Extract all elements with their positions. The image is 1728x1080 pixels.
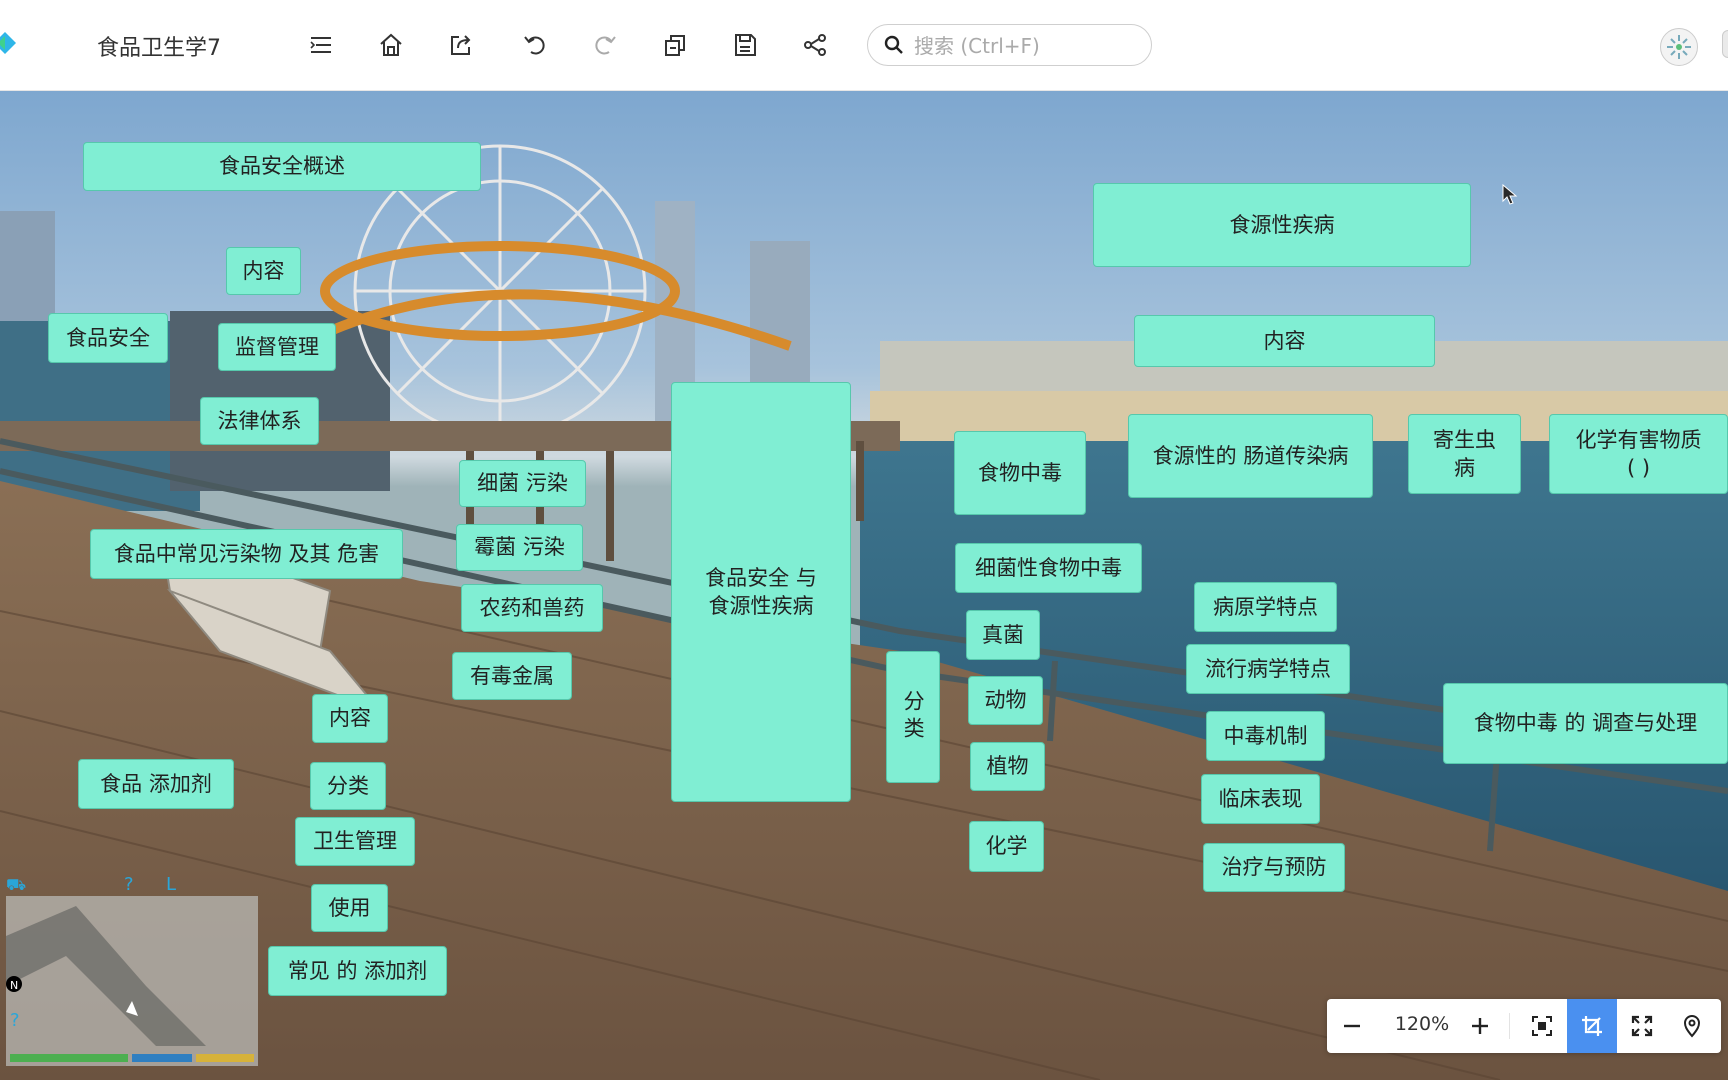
document-title[interactable]: 食品卫生学7: [97, 30, 221, 62]
side-panel-toggle[interactable]: [1722, 30, 1728, 58]
mindmap-canvas[interactable]: 食品安全概述 内容 食品安全 监督管理 法律体系 细菌 污染 霉菌 污染 食品中…: [0, 91, 1728, 1080]
game-minimap-image: N ⛟ ? L ?: [6, 876, 258, 1066]
node-pathogen-features[interactable]: 病原学特点: [1194, 582, 1337, 632]
svg-text:?: ?: [10, 1010, 20, 1031]
export-icon: [451, 35, 471, 55]
node-treatment-prevention[interactable]: 治疗与预防: [1203, 843, 1345, 892]
chemical-hazards-line-1: 化学有害物质: [1575, 427, 1702, 452]
save-icon: [735, 34, 756, 56]
avatar[interactable]: [1660, 28, 1698, 66]
zoom-in-button[interactable]: [1455, 999, 1505, 1053]
location-pin-icon: [1683, 1015, 1701, 1038]
node-food-safety-overview[interactable]: 食品安全概述: [83, 142, 481, 191]
chemical-hazards-line-2: ( ): [1626, 456, 1651, 480]
svg-text:?: ?: [124, 876, 134, 895]
redo-icon: [595, 36, 616, 55]
share-button[interactable]: [797, 27, 833, 63]
node-hygiene-management[interactable]: 卫生管理: [295, 817, 415, 866]
fullscreen-button[interactable]: [1617, 999, 1667, 1053]
node-epidemiology-features[interactable]: 流行病学特点: [1186, 644, 1350, 694]
node-parasitic-disease[interactable]: 寄生虫 病: [1408, 414, 1521, 494]
zoom-toolbar: 120%: [1327, 999, 1721, 1053]
node-content-3[interactable]: 内容: [1134, 315, 1435, 367]
fit-center-icon: [1532, 1016, 1552, 1036]
toolbar: 食品卫生学7: [0, 0, 1728, 91]
node-chemical-hazards[interactable]: 化学有害物质 ( ): [1549, 414, 1728, 494]
redo-button[interactable]: [587, 27, 623, 63]
mouse-cursor-icon: [1502, 184, 1518, 205]
node-poisoning-mechanism[interactable]: 中毒机制: [1206, 711, 1325, 761]
svg-text:L: L: [166, 876, 176, 895]
node-usage[interactable]: 使用: [311, 884, 388, 932]
fit-center-button[interactable]: [1517, 999, 1567, 1053]
node-foodborne-disease[interactable]: 食源性疾病: [1093, 183, 1471, 267]
central-topic-line-2: 食源性疾病: [708, 594, 814, 618]
home-icon: [380, 33, 402, 56]
node-bacterial-contamination[interactable]: 细菌 污染: [459, 460, 586, 507]
fullscreen-icon: [1631, 1015, 1653, 1037]
node-bacterial-food-poisoning[interactable]: 细菌性食物中毒: [955, 543, 1142, 593]
node-plant[interactable]: 植物: [970, 742, 1045, 791]
node-food-additives[interactable]: 食品 添加剂: [78, 759, 234, 809]
avatar-image-icon: [1667, 35, 1691, 59]
locate-button[interactable]: [1667, 999, 1717, 1053]
node-clinical-manifestation[interactable]: 临床表现: [1201, 774, 1320, 824]
node-intestinal-infectious[interactable]: 食源性的 肠道传染病: [1128, 414, 1373, 498]
central-topic-line-1: 食品安全 与: [705, 565, 817, 590]
svg-text:⛟: ⛟: [6, 876, 26, 894]
crop-icon: [1582, 1016, 1602, 1036]
node-content-1[interactable]: 内容: [226, 247, 301, 295]
parasitic-disease-line-1: 寄生虫: [1433, 427, 1496, 452]
node-content-2[interactable]: 内容: [312, 694, 388, 743]
node-classification-2[interactable]: 分类: [886, 651, 940, 783]
zoombar-divider: [1509, 1013, 1510, 1039]
copy-icon: [665, 35, 685, 56]
svg-text:N: N: [10, 979, 18, 992]
node-central-topic[interactable]: 食品安全 与 食源性疾病: [671, 382, 851, 802]
plus-icon: [1472, 1018, 1488, 1034]
copy-format-button[interactable]: [657, 27, 693, 63]
node-common-contaminants[interactable]: 食品中常见污染物 及其 危害: [90, 529, 403, 579]
node-toxic-metals[interactable]: 有毒金属: [452, 652, 572, 700]
node-legal-system[interactable]: 法律体系: [200, 397, 319, 445]
export-button[interactable]: [443, 27, 479, 63]
node-pesticide-vet-drugs[interactable]: 农药和兽药: [461, 584, 603, 632]
node-supervision[interactable]: 监督管理: [218, 323, 336, 371]
node-common-additives[interactable]: 常见 的 添加剂: [268, 946, 447, 996]
search-icon: [884, 35, 903, 54]
undo-button[interactable]: [517, 27, 553, 63]
zoom-out-button[interactable]: [1327, 999, 1377, 1053]
search-box[interactable]: [867, 24, 1152, 66]
node-fungi[interactable]: 真菌: [966, 610, 1040, 660]
node-investigation-handling[interactable]: 食物中毒 的 调查与处理: [1443, 683, 1728, 764]
home-button[interactable]: [373, 27, 409, 63]
minus-icon: [1344, 1024, 1360, 1028]
node-mold-contamination[interactable]: 霉菌 污染: [456, 524, 583, 571]
node-chemical[interactable]: 化学: [969, 821, 1044, 872]
app-logo-icon: [0, 32, 16, 54]
parasitic-disease-line-2: 病: [1454, 456, 1475, 480]
node-food-safety[interactable]: 食品安全: [48, 313, 168, 363]
outline-icon: [310, 37, 331, 53]
search-input[interactable]: [912, 33, 1141, 59]
node-animal[interactable]: 动物: [968, 676, 1043, 725]
zoom-level-text: 120%: [1394, 1013, 1450, 1035]
crop-button[interactable]: [1567, 999, 1617, 1053]
node-classification-1[interactable]: 分类: [310, 762, 386, 810]
share-icon: [804, 34, 826, 56]
save-button[interactable]: [727, 27, 763, 63]
outline-button[interactable]: [303, 27, 339, 63]
undo-icon: [524, 36, 545, 55]
node-food-poisoning[interactable]: 食物中毒: [954, 431, 1086, 515]
